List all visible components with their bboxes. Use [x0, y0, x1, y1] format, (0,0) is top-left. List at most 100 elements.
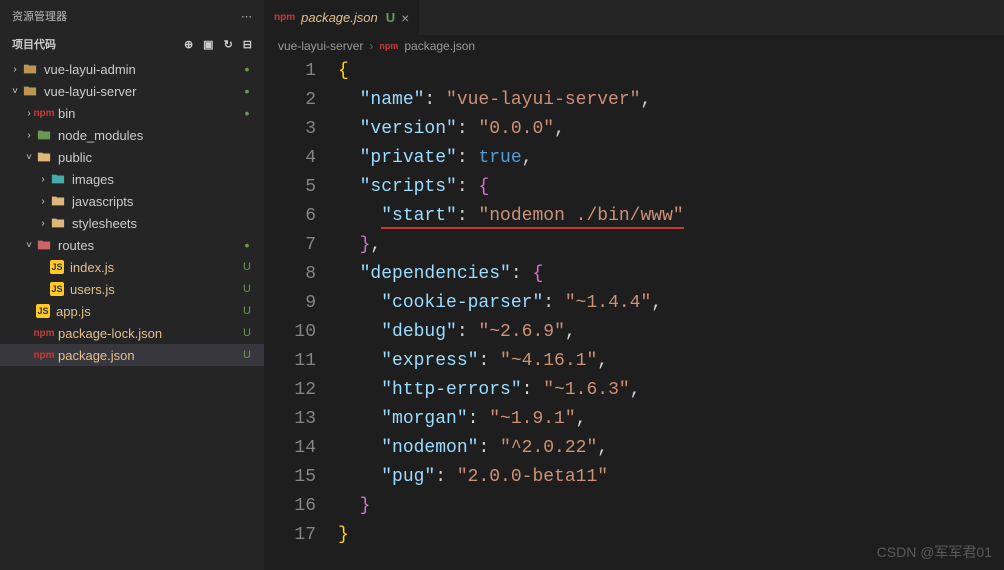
- twist-icon[interactable]: ›: [22, 130, 36, 141]
- token: ,: [651, 293, 662, 313]
- tree-label: vue-layui-server: [44, 84, 238, 99]
- code-line[interactable]: "name": "vue-layui-server",: [338, 86, 1004, 115]
- close-icon[interactable]: ×: [401, 10, 409, 26]
- code-line[interactable]: "dependencies": {: [338, 260, 1004, 289]
- collapse-icon[interactable]: ⊟: [243, 38, 252, 51]
- twist-icon[interactable]: ˅: [22, 152, 36, 163]
- token: :: [543, 293, 565, 313]
- code-line[interactable]: "debug": "~2.6.9",: [338, 318, 1004, 347]
- tree-label: bin: [58, 106, 238, 121]
- code-line[interactable]: "version": "0.0.0",: [338, 115, 1004, 144]
- twist-icon[interactable]: ›: [36, 196, 50, 207]
- file-tree: ›vue-layui-admin•˅vue-layui-server•›npmb…: [0, 56, 264, 570]
- line-number: 7: [264, 231, 316, 260]
- token: {: [338, 61, 349, 81]
- explorer-more-icon[interactable]: ⋯: [241, 10, 252, 23]
- code-line[interactable]: "nodemon": "^2.0.22",: [338, 434, 1004, 463]
- code-line[interactable]: {: [338, 57, 1004, 86]
- folder-icon: [36, 238, 52, 252]
- tree-item-javascripts[interactable]: ›javascripts: [0, 190, 264, 212]
- token: :: [457, 322, 479, 342]
- token: "~1.4.4": [565, 293, 651, 313]
- twist-icon[interactable]: ›: [8, 64, 22, 75]
- crumb-root[interactable]: vue-layui-server: [278, 39, 363, 53]
- refresh-icon[interactable]: ↻: [224, 38, 233, 51]
- code-line[interactable]: },: [338, 231, 1004, 260]
- folder-icon: [36, 150, 52, 164]
- token: }: [360, 496, 371, 516]
- tab-package-json[interactable]: npm package.json U ×: [264, 0, 420, 35]
- code-content[interactable]: { "name": "vue-layui-server", "version":…: [334, 57, 1004, 570]
- npm-icon: npm: [274, 12, 295, 23]
- code-line[interactable]: "express": "~4.16.1",: [338, 347, 1004, 376]
- token: :: [478, 438, 500, 458]
- line-number: 16: [264, 492, 316, 521]
- token: :: [511, 264, 533, 284]
- code-line[interactable]: "http-errors": "~1.6.3",: [338, 376, 1004, 405]
- token: "nodemon": [381, 438, 478, 458]
- twist-icon[interactable]: ›: [36, 218, 50, 229]
- twist-icon[interactable]: ›: [36, 174, 50, 185]
- token: {: [478, 177, 489, 197]
- token: [338, 293, 381, 313]
- tree-label: routes: [58, 238, 238, 253]
- token: "start": [381, 206, 457, 229]
- tree-item-app-js[interactable]: JSapp.jsU: [0, 300, 264, 322]
- tree-label: public: [58, 150, 238, 165]
- crumb-file[interactable]: package.json: [404, 39, 475, 53]
- token: [338, 438, 381, 458]
- folder-icon: [36, 128, 52, 142]
- token: ,: [565, 322, 576, 342]
- token: "private": [360, 148, 457, 168]
- tree-item-index-js[interactable]: JSindex.jsU: [0, 256, 264, 278]
- twist-icon[interactable]: ˅: [22, 240, 36, 251]
- code-line[interactable]: "start": "nodemon ./bin/www": [338, 202, 1004, 231]
- npm-icon: npm: [379, 41, 398, 51]
- code-line[interactable]: }: [338, 492, 1004, 521]
- git-badge: •: [238, 62, 256, 77]
- line-number: 2: [264, 86, 316, 115]
- git-badge: U: [238, 327, 256, 339]
- new-folder-icon[interactable]: ▣: [203, 38, 213, 51]
- tree-item-images[interactable]: ›images: [0, 168, 264, 190]
- token: ,: [522, 148, 533, 168]
- line-number: 14: [264, 434, 316, 463]
- folder-icon: [22, 84, 38, 98]
- editor-area: npm package.json U × vue-layui-server › …: [264, 0, 1004, 570]
- git-badge: U: [238, 305, 256, 317]
- tree-label: index.js: [70, 260, 238, 275]
- token: ,: [370, 235, 381, 255]
- twist-icon[interactable]: ˅: [8, 86, 22, 97]
- tree-item-vue-layui-server[interactable]: ˅vue-layui-server•: [0, 80, 264, 102]
- tree-item-users-js[interactable]: JSusers.jsU: [0, 278, 264, 300]
- tree-item-bin[interactable]: ›npmbin•: [0, 102, 264, 124]
- code-line[interactable]: "cookie-parser": "~1.4.4",: [338, 289, 1004, 318]
- token: "~1.9.1": [489, 409, 575, 429]
- tree-item-stylesheets[interactable]: ›stylesheets: [0, 212, 264, 234]
- js-icon: JS: [50, 282, 64, 296]
- code-line[interactable]: "morgan": "~1.9.1",: [338, 405, 1004, 434]
- code-line[interactable]: "scripts": {: [338, 173, 1004, 202]
- token: }: [338, 525, 349, 545]
- tree-item-public[interactable]: ˅ public: [0, 146, 264, 168]
- token: }: [360, 235, 371, 255]
- token: :: [457, 177, 479, 197]
- tree-item-routes[interactable]: ˅routes•: [0, 234, 264, 256]
- line-number: 5: [264, 173, 316, 202]
- token: "dependencies": [360, 264, 511, 284]
- code-line[interactable]: "pug": "2.0.0-beta11": [338, 463, 1004, 492]
- tree-item-package-json[interactable]: npmpackage.jsonU: [0, 344, 264, 366]
- code-line[interactable]: "private": true,: [338, 144, 1004, 173]
- new-file-icon[interactable]: ⊕: [184, 38, 193, 51]
- tree-item-package-lock-json[interactable]: npmpackage-lock.jsonU: [0, 322, 264, 344]
- tree-item-vue-layui-admin[interactable]: ›vue-layui-admin•: [0, 58, 264, 80]
- tree-item-node-modules[interactable]: ›node_modules: [0, 124, 264, 146]
- token: [338, 148, 360, 168]
- token: [338, 351, 381, 371]
- token: "http-errors": [381, 380, 521, 400]
- token: ,: [576, 409, 587, 429]
- project-header[interactable]: 项目代码 ⊕ ▣ ↻ ⊟: [0, 32, 264, 56]
- code-editor[interactable]: 1234567891011121314151617 { "name": "vue…: [264, 57, 1004, 570]
- npm-icon: npm: [36, 350, 52, 361]
- code-line[interactable]: }: [338, 521, 1004, 550]
